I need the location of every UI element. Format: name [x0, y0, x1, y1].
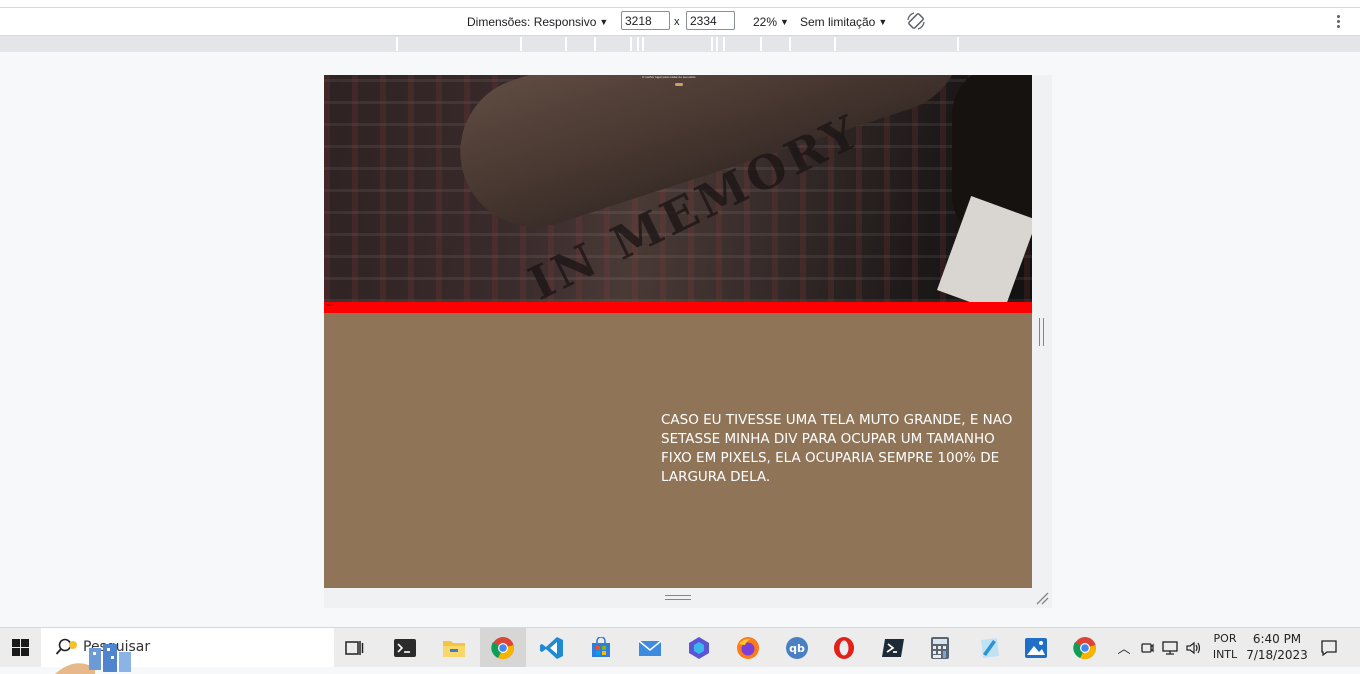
- store-icon[interactable]: [578, 628, 624, 667]
- language-code: POR: [1213, 632, 1237, 645]
- taskbar: Pesquisar qb: [0, 627, 1360, 674]
- height-input[interactable]: [686, 11, 735, 30]
- device-toolbar: Dimensões: Responsivo▼ x 22%▼ Sem limita…: [0, 8, 1360, 36]
- system-tray: ︿: [1116, 628, 1203, 667]
- mail-icon[interactable]: [627, 628, 673, 667]
- more-options-icon[interactable]: [1333, 14, 1343, 30]
- emulated-viewport: IN MEMORY O melhor lugar para cuidar do …: [324, 75, 1032, 588]
- meet-now-icon[interactable]: [1140, 640, 1154, 656]
- photos-icon[interactable]: [1013, 628, 1059, 667]
- caret-down-icon: ▼: [878, 16, 888, 27]
- caret-down-icon: ▼: [780, 16, 789, 27]
- logo-mark: [675, 83, 683, 86]
- qbittorrent-icon[interactable]: qb: [774, 628, 820, 667]
- width-input[interactable]: [621, 11, 670, 30]
- input-language[interactable]: POR INTL: [1210, 631, 1240, 663]
- firefox-icon[interactable]: [725, 628, 771, 667]
- terminal-icon[interactable]: [382, 628, 428, 667]
- clock-time: 6:40 PM: [1252, 632, 1302, 646]
- caret-down-icon: ▼: [599, 16, 609, 27]
- hero-tagline: O melhor lugar para cuidar do seu estilo: [642, 75, 696, 79]
- keyboard-layout: INTL: [1212, 648, 1238, 661]
- throttle-label: Sem limitação: [800, 14, 876, 29]
- chrome-icon[interactable]: [480, 628, 526, 667]
- throttle-dropdown[interactable]: Sem limitação ▼: [800, 8, 887, 35]
- taskbar-search[interactable]: Pesquisar: [41, 628, 334, 674]
- resize-handle-bottom[interactable]: [665, 595, 691, 601]
- red-band: Menu: [324, 302, 1032, 313]
- task-view-icon[interactable]: [331, 628, 377, 667]
- rotate-icon[interactable]: [906, 11, 926, 31]
- clock[interactable]: 6:40 PM 7/18/2023: [1244, 631, 1310, 663]
- powershell-icon[interactable]: [870, 628, 916, 667]
- search-highlight-icon: [55, 641, 131, 674]
- zoom-label: 22%: [753, 14, 778, 29]
- network-icon[interactable]: [1162, 640, 1178, 656]
- vscode-icon[interactable]: [529, 628, 575, 667]
- copilot-icon[interactable]: [676, 628, 722, 667]
- red-band-text: Menu: [326, 303, 334, 307]
- devtools-top-strip: [0, 0, 1360, 8]
- chevron-up-icon[interactable]: ︿: [1116, 638, 1132, 657]
- media-query-bar[interactable]: [0, 36, 1360, 52]
- resize-handle-right[interactable]: [1039, 318, 1045, 346]
- file-explorer-icon[interactable]: [431, 628, 477, 667]
- zoom-dropdown[interactable]: 22% ▼: [753, 8, 789, 35]
- resize-corner-icon[interactable]: [1035, 591, 1049, 605]
- notification-icon[interactable]: [1306, 628, 1352, 667]
- calculator-icon[interactable]: [917, 628, 963, 667]
- windows-start-icon[interactable]: [0, 628, 40, 667]
- times-sign: x: [674, 15, 680, 28]
- opera-icon[interactable]: [821, 628, 867, 667]
- chrome-icon[interactable]: [1062, 628, 1108, 667]
- dimensions-label: Dimensões: Responsivo: [467, 14, 597, 29]
- paint-icon[interactable]: [966, 628, 1012, 667]
- clock-date: 7/18/2023: [1246, 648, 1308, 662]
- dimensions-dropdown[interactable]: Dimensões: Responsivo ▼: [467, 8, 608, 35]
- svg-text:qb: qb: [789, 642, 805, 655]
- hero-image: IN MEMORY O melhor lugar para cuidar do …: [324, 75, 1032, 302]
- volume-icon[interactable]: [1185, 640, 1203, 656]
- caption-text: CASO EU TIVESSE UMA TELA MUTO GRANDE, E …: [661, 412, 1013, 485]
